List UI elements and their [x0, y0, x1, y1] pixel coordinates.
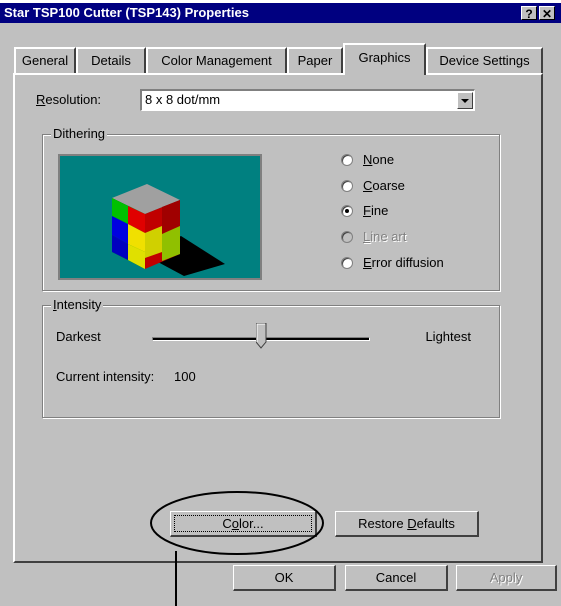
highlight-ellipse: [150, 491, 324, 555]
tab-graphics[interactable]: Graphics: [343, 43, 426, 75]
annotation-overlay: [150, 491, 324, 606]
tab-label: Graphics: [358, 50, 411, 65]
